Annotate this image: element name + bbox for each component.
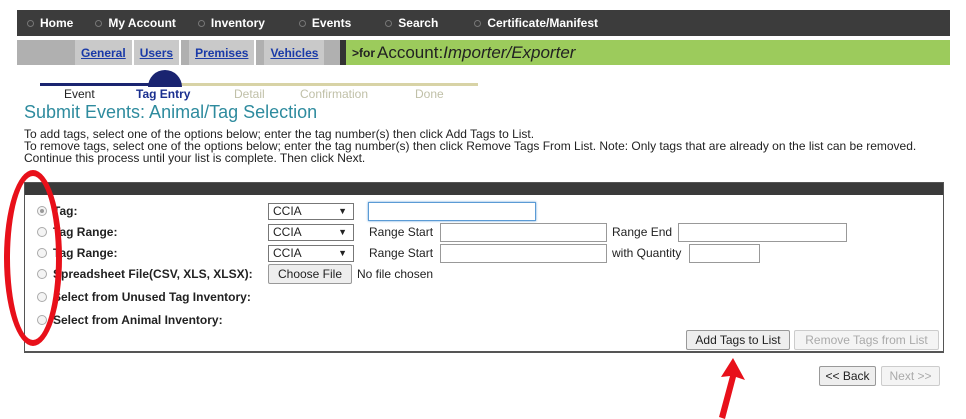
range-start-qty-label: Range Start [369,246,434,260]
nav-certificate-manifest[interactable]: Certificate/Manifest [474,16,598,30]
range-start-label: Range Start [369,225,434,239]
option-tag-row: Tag: CCIA ▼ [25,201,943,221]
option-tag-range-end-label: Tag Range: [53,225,118,239]
nav-inventory-label: Inventory [210,16,265,30]
choose-file-button[interactable]: Choose File [268,264,352,284]
nav-bullet-icon [27,19,34,27]
subnav-link-vehicles[interactable]: Vehicles [264,40,325,65]
option-unused-inventory-row: Select from Unused Tag Inventory: [25,287,943,307]
step-event: Event [64,87,95,101]
nav-events[interactable]: Events [298,16,352,30]
nav-my-account-label: My Account [108,16,176,30]
account-for-prefix: >for [352,45,376,60]
remove-tags-button[interactable]: Remove Tags from List [794,330,939,350]
range-start-input[interactable] [440,222,607,242]
tag-range-end-type-value: CCIA [273,225,302,239]
tag-range-end-type-select[interactable]: CCIA ▼ [268,223,354,241]
annotation-circle [4,170,62,346]
nav-my-account[interactable]: My Account [95,16,176,30]
step-tag-entry: Tag Entry [136,87,191,101]
nav-search[interactable]: Search [385,16,438,30]
dropdown-arrow-icon: ▼ [338,206,347,216]
tag-selection-panel: Tag: CCIA ▼ Tag Range: CCIA ▼ Range Start … [24,182,944,352]
subnav-link-users[interactable]: Users [133,40,182,65]
nav-inventory[interactable]: Inventory [197,16,265,30]
range-end-input[interactable] [678,222,847,242]
file-status: No file chosen [357,267,434,281]
option-spreadsheet-row: Spreadsheet File(CSV, XLS, XLSX): Choose… [25,264,943,284]
panel-header-bar [25,183,943,195]
nav-bullet-icon [197,19,205,27]
top-nav: Home My Account Inventory Events Search … [17,10,950,36]
progress-track-done [40,83,160,86]
progress-track-remaining [160,83,478,86]
option-animal-inventory-label: Select from Animal Inventory: [53,313,223,327]
option-tag-range-qty-row: Tag Range: CCIA ▼ Range Start with Quanti… [25,243,943,263]
option-tag-range-qty-label: Tag Range: [53,246,118,260]
dropdown-arrow-icon: ▼ [338,248,347,258]
next-button[interactable]: Next >> [881,366,940,386]
subnav-link-general[interactable]: General [75,40,134,65]
account-name: Importer/Exporter [443,42,576,62]
dropdown-arrow-icon: ▼ [338,227,347,237]
option-tag-range-end-row: Tag Range: CCIA ▼ Range Start Range End [25,222,943,242]
nav-events-label: Events [311,16,352,30]
current-step-marker [148,70,182,87]
step-done: Done [415,87,444,101]
account-label: Account: [377,42,444,62]
range-start-qty-input[interactable] [440,243,607,263]
step-confirmation: Confirmation [300,87,369,101]
tag-type-select-value: CCIA [273,204,302,218]
nav-bullet-icon [298,19,306,27]
range-end-label: Range End [612,225,673,239]
sub-nav-links: General Users Premises Vehicles [17,40,340,65]
page-title: Submit Events: Animal/Tag Selection [24,102,318,122]
tag-type-select[interactable]: CCIA ▼ [268,202,354,220]
back-button[interactable]: << Back [819,366,876,386]
nav-home-label: Home [40,16,74,30]
nav-search-label: Search [398,16,439,30]
panel-bottom-border [24,352,944,353]
quantity-label: with Quantity [612,246,682,260]
step-detail: Detail [234,87,265,101]
option-unused-inventory-label: Select from Unused Tag Inventory: [53,290,251,304]
quantity-input[interactable] [689,243,760,263]
account-context: >for Account: Importer/Exporter [346,40,575,65]
nav-home[interactable]: Home [27,16,73,30]
option-animal-inventory-row: Select from Animal Inventory: [25,310,943,330]
instructions: To add tags, select one of the options b… [24,128,944,164]
annotation-arrow-icon [719,358,745,419]
sub-nav: General Users Premises Vehicles >for Acc… [17,40,950,65]
tag-number-input[interactable] [368,201,536,221]
instruction-continue: Continue this process until your list is… [24,151,366,165]
step-progress: Event Tag Entry Detail Confirmation Done [40,70,480,101]
nav-bullet-icon [474,19,482,27]
option-spreadsheet-label: Spreadsheet File(CSV, XLS, XLSX): [53,267,253,281]
add-tags-button[interactable]: Add Tags to List [686,330,790,350]
nav-certificate-manifest-label: Certificate/Manifest [487,16,599,30]
nav-bullet-icon [95,19,103,27]
tag-range-qty-type-select[interactable]: CCIA ▼ [268,244,354,262]
tag-range-qty-type-value: CCIA [273,246,302,260]
nav-bullet-icon [385,19,393,27]
subnav-link-premises[interactable]: Premises [189,40,257,65]
page: Home My Account Inventory Events Search … [0,0,966,419]
